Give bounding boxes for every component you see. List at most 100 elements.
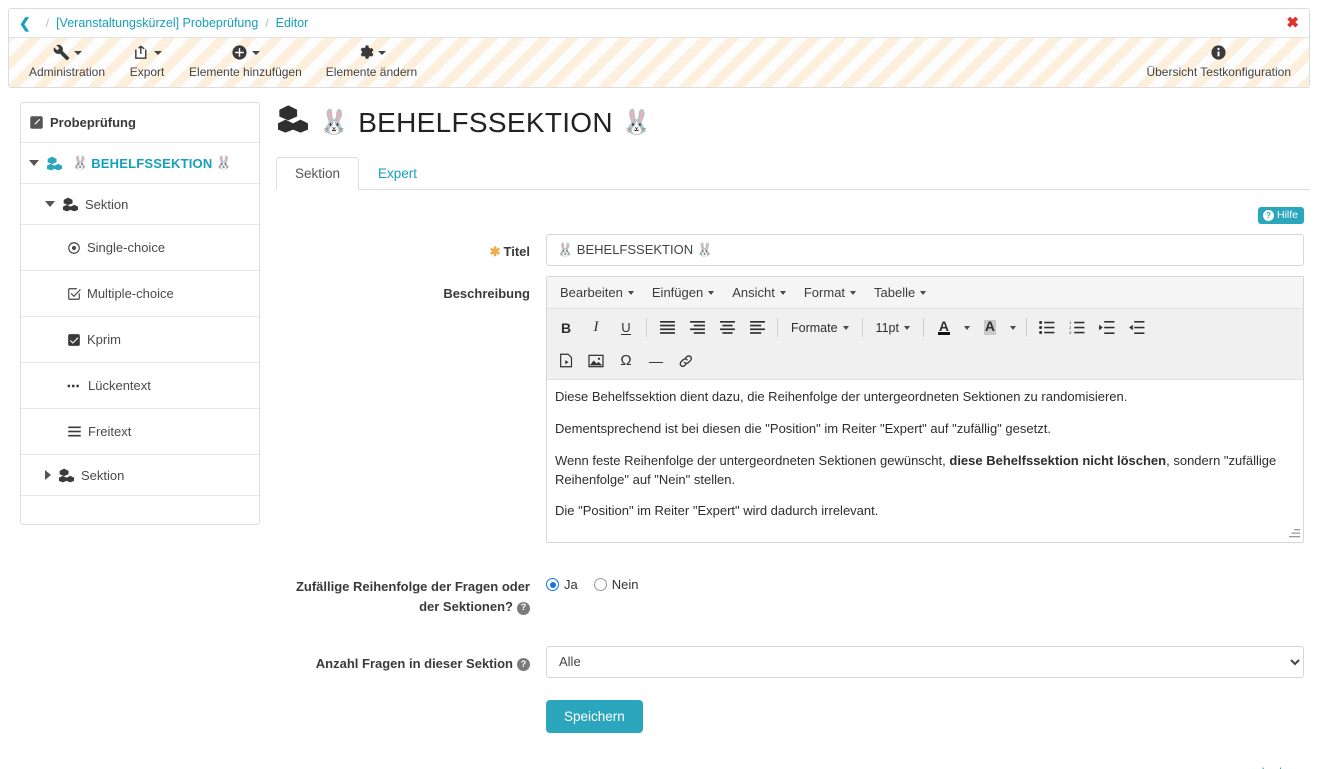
sidebar-item-multiple-choice[interactable]: Multiple-choice [21, 271, 259, 317]
menu-bearbeiten[interactable]: Bearbeiten [551, 282, 643, 303]
save-button[interactable]: Speichern [546, 700, 643, 733]
radio-group-zufaellige-reihenfolge: Ja Nein [546, 569, 1304, 592]
boxes-icon [58, 468, 75, 483]
editor-body[interactable]: Diese Behelfssektion dient dazu, die Rei… [547, 380, 1303, 542]
menu-einfuegen-label: Einfügen [652, 285, 703, 300]
sidebar-item-single-choice[interactable]: Single-choice [21, 225, 259, 271]
help-icon[interactable]: ? [517, 602, 530, 615]
chevron-down-icon [708, 291, 714, 295]
top-panel: ❮ / [Veranstaltungskürzel] Probeprüfung … [8, 8, 1310, 88]
background-color-chevron-down-icon[interactable] [1005, 314, 1021, 341]
breadcrumb: ❮ / [Veranstaltungskürzel] Probeprüfung … [9, 9, 1309, 38]
special-character-icon[interactable]: Ω [611, 347, 641, 374]
sidebar-item-sektion-2[interactable]: Sektion [21, 455, 259, 496]
bold-icon[interactable]: B [551, 314, 581, 341]
horizontal-rule-icon[interactable]: — [641, 347, 671, 374]
align-right-icon[interactable] [682, 314, 712, 341]
toolbar-label-uebersicht-testkonfiguration: Übersicht Testkonfiguration [1146, 65, 1291, 79]
radio-ja-label: Ja [564, 577, 578, 592]
wrench-icon [53, 44, 70, 61]
anzahl-fragen-select[interactable]: Alle [546, 646, 1304, 678]
chevron-down-icon [74, 51, 82, 55]
close-icon[interactable]: ✖ [1286, 16, 1299, 31]
editor-resize-handle[interactable] [1288, 527, 1301, 540]
italic-icon[interactable]: I [581, 314, 611, 341]
background-color-icon[interactable]: A [975, 314, 1005, 341]
insert-image-icon[interactable] [581, 347, 611, 374]
text-color-icon[interactable]: A [929, 314, 959, 341]
editor-paragraph-1: Diese Behelfssektion dient dazu, die Rei… [555, 388, 1297, 407]
underline-icon[interactable]: U [611, 314, 641, 341]
bullet-list-icon[interactable] [1032, 314, 1062, 341]
help-label: Hilfe [1277, 209, 1298, 221]
toolbar-label-elemente-aendern: Elemente ändern [326, 65, 417, 79]
field-zufaellige-reihenfolge: Ja Nein [546, 569, 1310, 617]
toolbar-label-elemente-hinzufuegen: Elemente hinzufügen [189, 65, 302, 79]
sidebar-item-kprim[interactable]: Kprim [21, 317, 259, 363]
field-submit: Speichern [546, 700, 1310, 733]
indent-icon[interactable] [1092, 314, 1122, 341]
text-color-split: A [929, 314, 975, 341]
menu-format-label: Format [804, 285, 845, 300]
help-icon[interactable]: ? [517, 658, 530, 671]
sidebar-item-sektion-1[interactable]: Sektion [21, 184, 259, 225]
breadcrumb-item-probepruefung[interactable]: [Veranstaltungskürzel] Probeprüfung [56, 16, 258, 30]
radio-nein-label: Nein [612, 577, 639, 592]
chevron-down-icon [850, 291, 856, 295]
formats-dropdown-label: Formate [791, 321, 838, 335]
outdent-icon[interactable] [1122, 314, 1152, 341]
radio-option-ja[interactable]: Ja [546, 577, 578, 592]
toolbar-divider [646, 318, 647, 337]
editor-paragraph-2: Dementsprechend ist bei diesen die "Posi… [555, 420, 1297, 439]
editor-paragraph-3: Wenn feste Reihenfolge der untergeordnet… [555, 452, 1297, 490]
insert-media-icon[interactable] [551, 347, 581, 374]
tab-expert[interactable]: Expert [359, 157, 436, 190]
titel-input[interactable] [546, 234, 1304, 266]
form-row-titel: ✱Titel [276, 234, 1310, 266]
radio-option-nein[interactable]: Nein [594, 577, 639, 592]
sidebar-item-lueckentext[interactable]: Lückentext [21, 363, 259, 409]
chevron-down-icon [780, 291, 786, 295]
toolbar-item-export[interactable]: Export [117, 38, 177, 79]
toolbar-item-elemente-aendern[interactable]: Elemente ändern [314, 38, 429, 79]
align-center-icon[interactable] [712, 314, 742, 341]
checkbox-outline-icon [67, 287, 81, 301]
export-icon [133, 44, 150, 61]
form-row-anzahl-fragen: Anzahl Fragen in dieser Sektion? Alle [276, 646, 1310, 678]
help-button[interactable]: ? Hilfe [1258, 207, 1304, 224]
breadcrumb-item-editor[interactable]: Editor [276, 16, 309, 30]
chevron-down-icon[interactable] [29, 160, 39, 166]
align-left-icon[interactable] [742, 314, 772, 341]
toolbar-item-uebersicht-testkonfiguration[interactable]: Übersicht Testkonfiguration [1134, 38, 1303, 79]
menu-einfuegen[interactable]: Einfügen [643, 282, 723, 303]
menu-tabelle[interactable]: Tabelle [865, 282, 935, 303]
sidebar-item-behelfssektion[interactable]: 🐰 BEHELFSSEKTION 🐰 [21, 143, 259, 184]
chevron-right-icon[interactable] [45, 470, 51, 480]
chevron-down-icon[interactable] [45, 201, 55, 207]
menu-format[interactable]: Format [795, 282, 865, 303]
checkbox-filled-icon [67, 333, 81, 347]
main-content: 🐰 BEHELFSSEKTION 🐰 Sektion Expert ? Hilf… [260, 102, 1310, 759]
toolbar-item-elemente-hinzufuegen[interactable]: Elemente hinzufügen [177, 38, 314, 79]
tab-sektion[interactable]: Sektion [276, 157, 359, 190]
link-icon[interactable] [671, 347, 701, 374]
fontsize-dropdown-label: 11pt [876, 321, 899, 335]
chevron-down-icon [904, 326, 910, 330]
align-justify-icon[interactable] [652, 314, 682, 341]
sidebar-tree: Probeprüfung 🐰 BEHELFSSEKTION 🐰 [20, 102, 260, 525]
radio-ja[interactable] [546, 578, 559, 591]
toolbar-item-administration[interactable]: Administration [17, 38, 117, 79]
form-row-beschreibung: Beschreibung Bearbeiten Einfügen [276, 276, 1310, 543]
toolbar-label-administration: Administration [29, 65, 105, 79]
fontsize-dropdown[interactable]: 11pt [868, 314, 918, 341]
numbered-list-icon[interactable]: 123 [1062, 314, 1092, 341]
menu-ansicht[interactable]: Ansicht [723, 282, 795, 303]
radio-nein[interactable] [594, 578, 607, 591]
formats-dropdown[interactable]: Formate [783, 314, 857, 341]
sidebar-item-probepruefung[interactable]: Probeprüfung [21, 103, 259, 143]
sidebar-item-freitext[interactable]: Freitext [21, 409, 259, 455]
sidebar-label-probepruefung: Probeprüfung [50, 115, 136, 130]
sidebar-label-lueckentext: Lückentext [88, 378, 151, 393]
chevron-left-icon[interactable]: ❮ [19, 16, 31, 30]
text-color-chevron-down-icon[interactable] [959, 314, 975, 341]
